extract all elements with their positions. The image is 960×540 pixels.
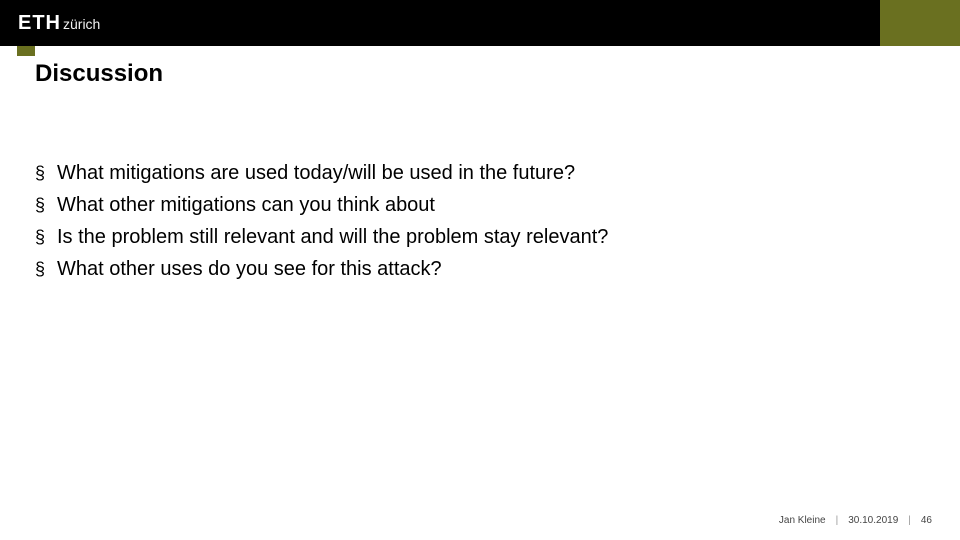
slide: ETH zürich Discussion § What mitigations… [0,0,960,540]
footer-author: Jan Kleine [779,515,826,526]
bullet-text: Is the problem still relevant and will t… [57,224,608,250]
footer-separator: | [908,515,911,526]
header-black-segment: ETH zürich [0,0,880,46]
footer-separator: | [836,515,839,526]
slide-footer: Jan Kleine | 30.10.2019 | 46 [779,515,932,526]
footer-page-number: 46 [921,515,932,526]
bullet-icon: § [35,256,57,282]
slide-title: Discussion [35,60,163,88]
bullet-text: What mitigations are used today/will be … [57,160,575,186]
list-item: § What other uses do you see for this at… [35,256,880,282]
bullet-list: § What mitigations are used today/will b… [35,160,880,288]
eth-logo-subtext: zürich [63,16,100,32]
bullet-icon: § [35,192,57,218]
eth-logo-text: ETH [18,12,61,35]
bullet-text: What other uses do you see for this atta… [57,256,442,282]
bullet-icon: § [35,224,57,250]
bullet-text: What other mitigations can you think abo… [57,192,435,218]
header-bar: ETH zürich [0,0,960,46]
footer-date: 30.10.2019 [848,515,898,526]
bullet-icon: § [35,160,57,186]
list-item: § Is the problem still relevant and will… [35,224,880,250]
list-item: § What mitigations are used today/will b… [35,160,880,186]
list-item: § What other mitigations can you think a… [35,192,880,218]
accent-tab [17,46,35,56]
eth-logo: ETH zürich [18,12,100,35]
header-olive-segment [880,0,960,46]
